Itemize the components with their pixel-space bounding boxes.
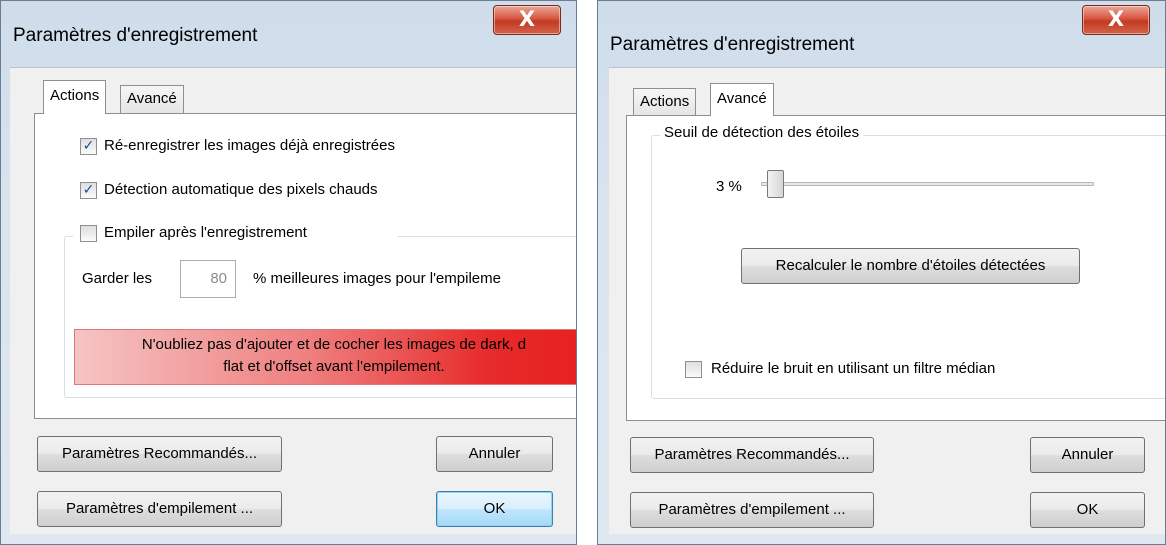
stacking-settings-button[interactable]: Paramètres d'empilement ...: [630, 492, 874, 528]
registration-settings-dialog-actions: Paramètres d'enregistrement X Actions Av…: [0, 0, 577, 545]
close-button[interactable]: X: [1082, 5, 1150, 35]
threshold-slider-thumb[interactable]: [766, 170, 784, 198]
reregister-label: Ré-enregistrer les images déjà enregistr…: [104, 137, 395, 154]
recommended-settings-button[interactable]: Paramètres Recommandés...: [37, 436, 282, 472]
cancel-button[interactable]: Annuler: [436, 436, 553, 472]
check-icon: ✓: [82, 182, 95, 198]
recalculate-stars-button[interactable]: Recalculer le nombre d'étoiles détectées: [741, 248, 1080, 284]
tab-actions[interactable]: Actions: [43, 80, 107, 114]
cancel-button[interactable]: Annuler: [1030, 437, 1145, 473]
reregister-checkbox[interactable]: ✓: [80, 138, 97, 155]
window-title: Paramètres d'enregistrement: [13, 25, 258, 46]
warning-line-1: N'oubliez pas d'ajouter et de cocher les…: [141, 336, 527, 353]
hot-pixel-label: Détection automatique des pixels chauds: [104, 181, 378, 198]
registration-settings-dialog-advanced: Paramètres d'enregistrement X Actions Av…: [597, 0, 1166, 545]
tab-avance-label: Avancé: [127, 90, 177, 107]
median-filter-label: Réduire le bruit en utilisant un filtre …: [711, 360, 996, 377]
close-button[interactable]: X: [493, 5, 561, 35]
title-bar[interactable]: Paramètres d'enregistrement X: [598, 1, 1165, 67]
stacking-settings-button[interactable]: Paramètres d'empilement ...: [37, 491, 282, 527]
tab-actions[interactable]: Actions: [633, 88, 697, 116]
tab-panel-actions: ✓ Ré-enregistrer les images déjà enregis…: [34, 113, 576, 419]
title-bar[interactable]: Paramètres d'enregistrement X: [1, 1, 576, 67]
window-title: Paramètres d'enregistrement: [610, 34, 855, 55]
stack-after-label: Empiler après l'enregistrement: [104, 224, 307, 241]
keep-percent-input[interactable]: 80: [180, 260, 236, 298]
hot-pixel-checkbox[interactable]: ✓: [80, 182, 97, 199]
tab-avance[interactable]: Avancé: [120, 85, 184, 113]
threshold-value-label: 3 %: [716, 178, 742, 195]
dialog-client-area: Actions Avancé Seuil de détection des ét…: [609, 67, 1165, 534]
tab-actions-label: Actions: [640, 93, 690, 110]
threshold-slider-track[interactable]: [761, 182, 1094, 186]
stack-after-checkbox[interactable]: [80, 225, 97, 242]
tab-avance[interactable]: Avancé: [710, 83, 774, 116]
median-filter-checkbox[interactable]: [685, 361, 702, 378]
ok-button[interactable]: OK: [436, 491, 553, 527]
calibration-warning: N'oubliez pas d'ajouter et de cocher les…: [74, 329, 576, 385]
tab-actions-label: Actions: [50, 87, 100, 104]
warning-line-2: flat et d'offset avant l'empilement.: [223, 358, 445, 375]
keep-prefix-label: Garder les: [82, 270, 153, 287]
close-x-icon: X: [518, 7, 536, 31]
star-threshold-legend: Seuil de détection des étoiles: [660, 124, 864, 141]
tab-panel-advanced: Seuil de détection des étoiles 3 % Recal…: [626, 115, 1165, 421]
keep-suffix-label: % meilleures images pour l'empileme: [253, 270, 501, 287]
dialog-client-area: Actions Avancé ✓ Ré-enregistrer les imag…: [10, 67, 576, 534]
recommended-settings-button[interactable]: Paramètres Recommandés...: [630, 437, 874, 473]
check-icon: ✓: [82, 138, 95, 154]
close-x-icon: X: [1107, 7, 1125, 31]
ok-button[interactable]: OK: [1030, 492, 1145, 528]
tab-avance-label: Avancé: [717, 90, 767, 107]
